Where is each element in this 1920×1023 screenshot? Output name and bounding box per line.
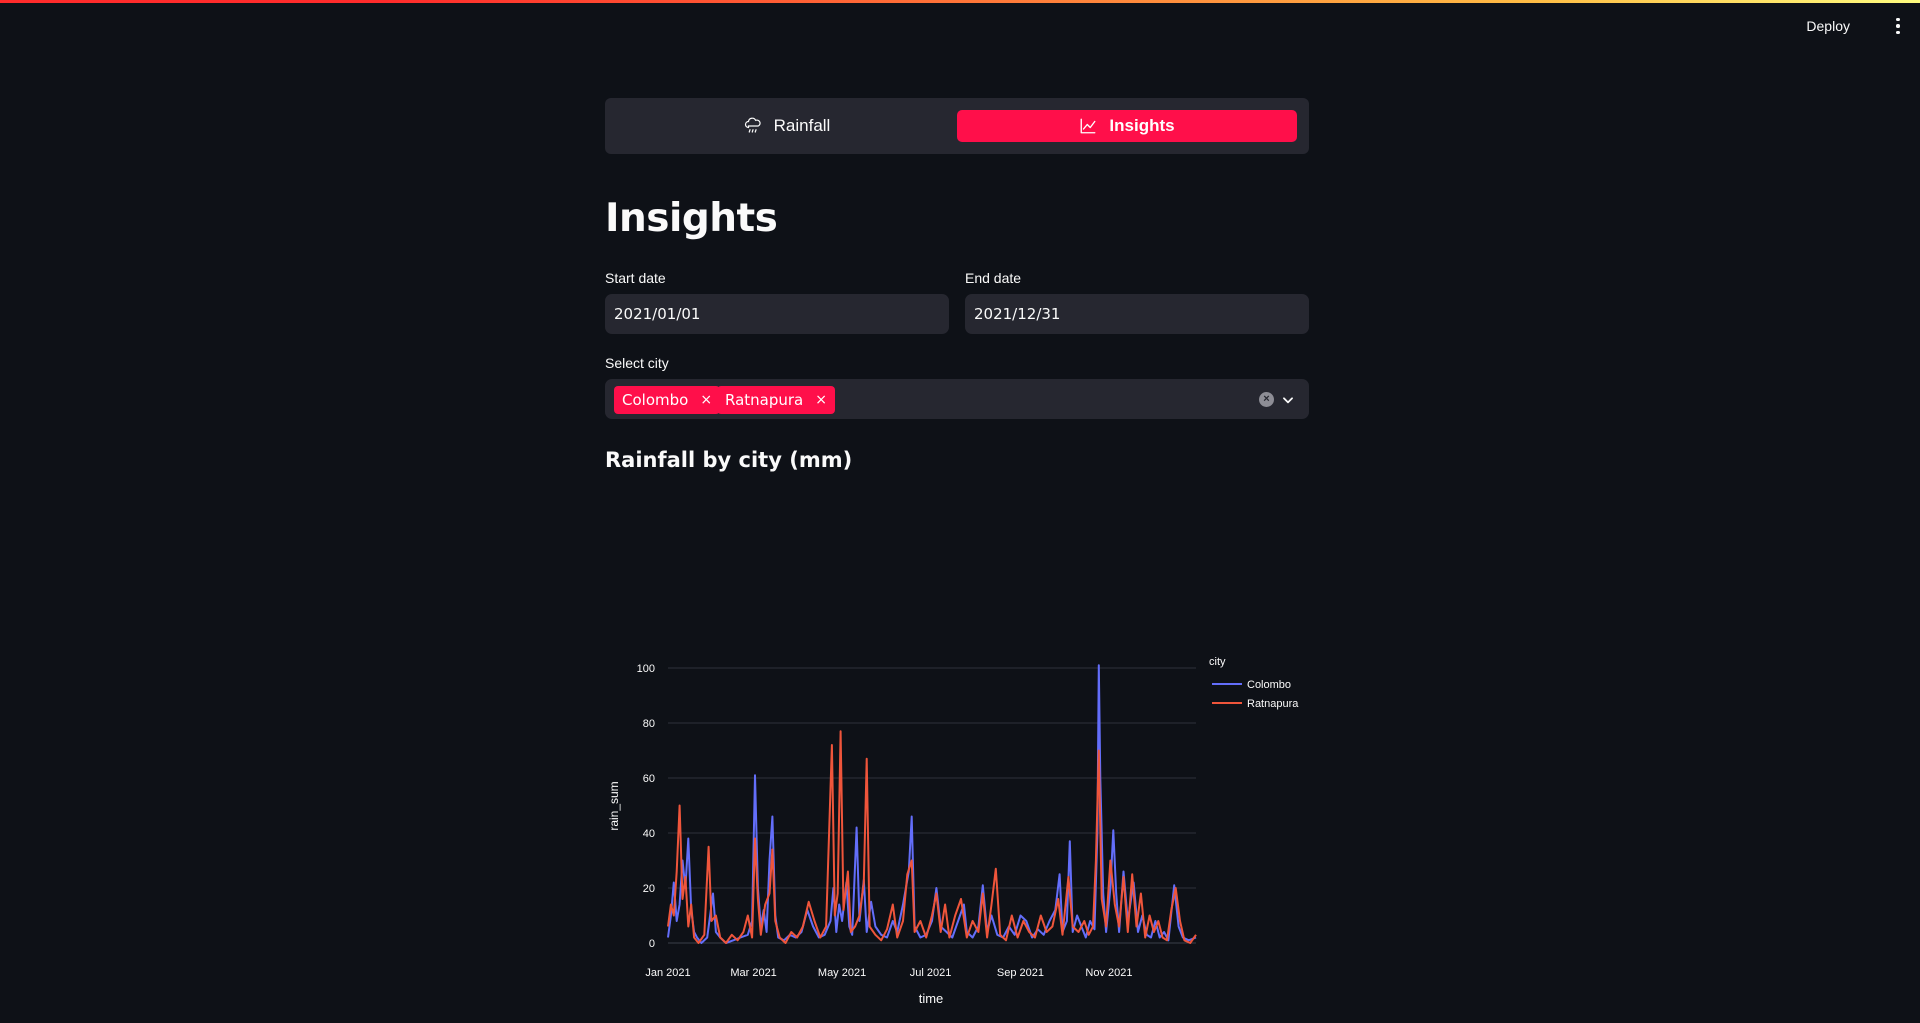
y-tick-label: 80 (643, 718, 655, 730)
series-line-ratnapura (667, 730, 1197, 944)
nav-item-insights[interactable]: Insights (957, 110, 1297, 142)
x-axis-label: time (919, 991, 944, 1006)
top-decoration-bar (0, 0, 1920, 3)
chevron-down-icon[interactable] (1281, 393, 1295, 407)
city-multiselect[interactable]: Colombo × Ratnapura × × (605, 379, 1309, 419)
city-tag-colombo: Colombo × (614, 386, 721, 414)
rainfall-line-chart[interactable]: 020406080100 Jan 2021 Mar 2021 May 2021 Jul… (605, 543, 1309, 1023)
end-date-input[interactable]: 2021/12/31 (965, 294, 1309, 334)
city-tag-label: Ratnapura (725, 391, 804, 409)
nav-item-label: Insights (1109, 116, 1175, 135)
legend-title: city (1209, 656, 1226, 668)
remove-tag-icon[interactable]: × (815, 392, 827, 408)
city-tag-label: Colombo (622, 391, 689, 409)
y-axis-label: rain_sum (607, 781, 621, 830)
start-date-input[interactable]: 2021/01/01 (605, 294, 949, 334)
city-tag-ratnapura: Ratnapura × (717, 386, 835, 414)
clear-all-icon[interactable]: × (1259, 392, 1274, 407)
series-line-colombo (667, 664, 1197, 944)
nav-item-rainfall[interactable]: Rainfall (617, 110, 957, 142)
rain-cloud-icon (744, 117, 761, 133)
y-tick-label: 60 (643, 773, 655, 785)
page-title: Insights (605, 196, 778, 241)
start-date-label: Start date (605, 270, 666, 286)
kebab-menu-icon[interactable] (1892, 14, 1904, 38)
y-tick-label: 100 (637, 663, 655, 675)
nav-item-label: Rainfall (773, 116, 831, 135)
y-tick-label: 0 (649, 938, 655, 950)
chart-subheader: Rainfall by city (mm) (605, 448, 853, 472)
remove-tag-icon[interactable]: × (700, 392, 712, 408)
legend-item-ratnapura[interactable]: Ratnapura (1247, 698, 1299, 710)
chart-legend[interactable]: city Colombo Ratnapura (1209, 656, 1299, 710)
end-date-label: End date (965, 270, 1022, 286)
y-tick-label: 40 (643, 828, 655, 840)
y-tick-label: 20 (643, 883, 655, 895)
main-content: Rainfall Insights Insights Start date 20… (605, 98, 1309, 1006)
line-chart-icon (1080, 118, 1096, 134)
deploy-button[interactable]: Deploy (1800, 12, 1856, 40)
legend-item-colombo[interactable]: Colombo (1247, 679, 1291, 691)
select-city-label: Select city (605, 355, 669, 371)
option-menu-navbar: Rainfall Insights (605, 98, 1309, 154)
